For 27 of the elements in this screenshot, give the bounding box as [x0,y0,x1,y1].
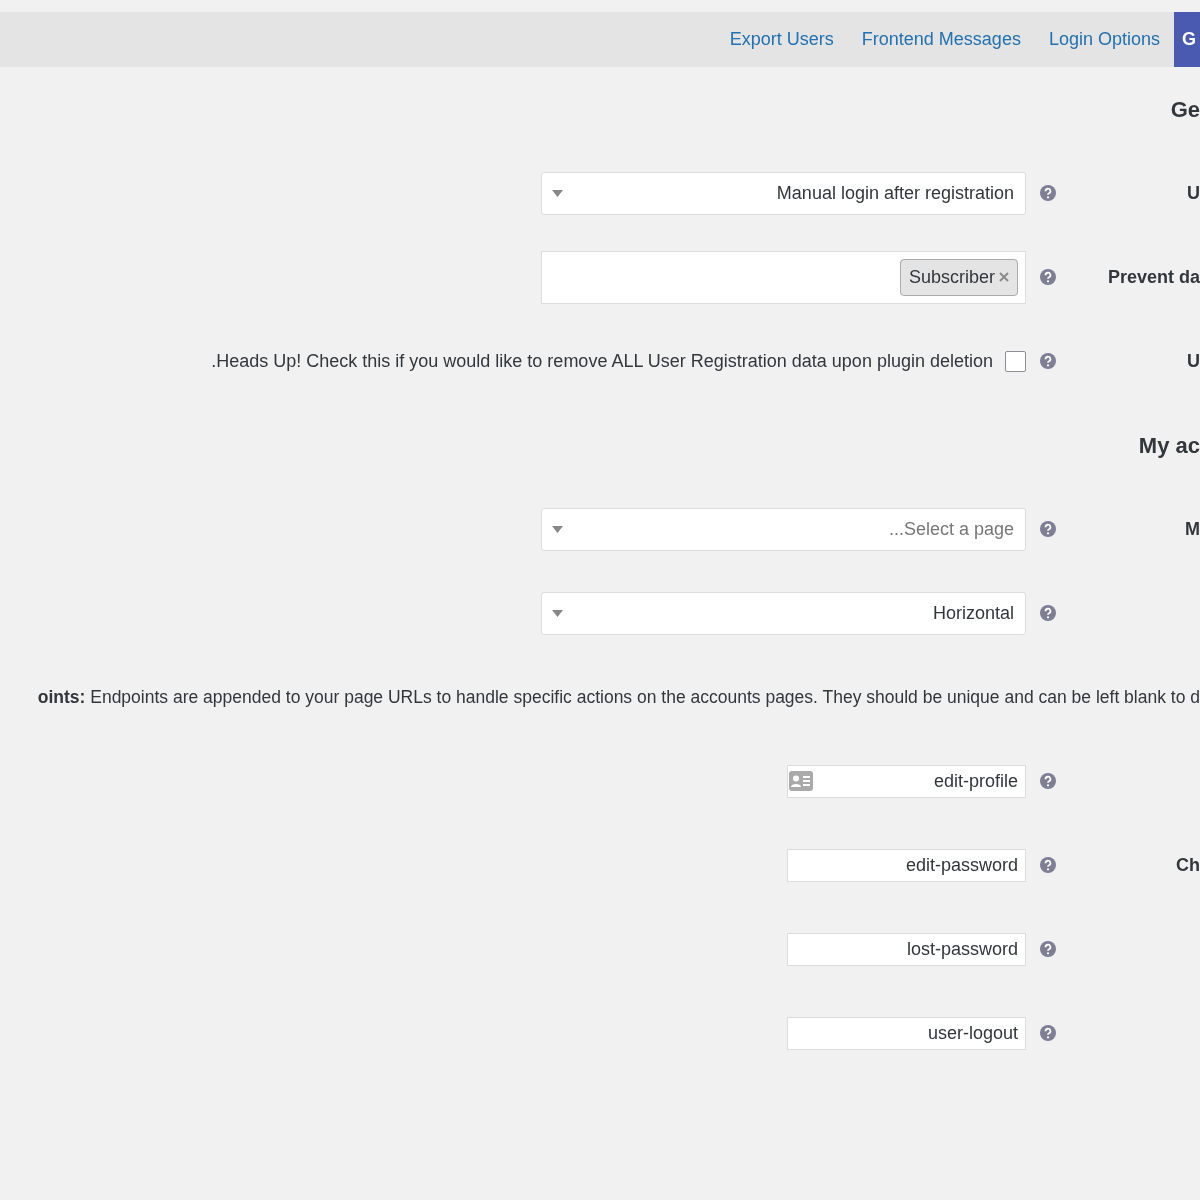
nav-tab[interactable]: G [1174,12,1200,67]
nav-tab[interactable]: Login Options [1034,12,1174,67]
tag-label: Subscriber [908,265,995,289]
endpoints-description: oints: Endpoints are appended to your page URLs to handle specific actions on the accounts pages. They should be unique and can be left blank to d [36,685,1200,709]
text-field[interactable]: edit-profile [787,764,1026,798]
caret-icon [552,525,563,533]
dropdown-select[interactable]: ...Select a page [541,507,1026,551]
field-label: Ch [1176,854,1200,875]
field-label: U [1187,350,1200,371]
field-label: U [1187,182,1200,203]
remove-icon[interactable] [999,272,1009,282]
field-label: Ge [1170,96,1200,122]
dropdown-select[interactable]: Manual login after registration [541,171,1026,215]
checkbox-label: .Heads Up! Check this if you would like to remove ALL User Registration data upon plugin deletion [211,349,993,373]
checkbox[interactable] [1005,350,1026,372]
text-field[interactable]: lost-password [787,932,1026,966]
text-field[interactable]: edit-password [787,848,1026,882]
caret-icon [552,189,563,197]
nav-tab[interactable]: Export Users [715,12,848,67]
nav-tab[interactable]: Frontend Messages [847,12,1035,67]
caret-icon [552,609,563,617]
multi-select-field[interactable]: Subscriber [541,250,1026,304]
field-label: M [1185,518,1200,539]
field-label: My ac [1138,432,1200,458]
text-field[interactable]: user-logout [787,1016,1026,1050]
dropdown-select[interactable]: Horizontal [541,591,1026,635]
field-label: Prevent da [1107,266,1200,287]
